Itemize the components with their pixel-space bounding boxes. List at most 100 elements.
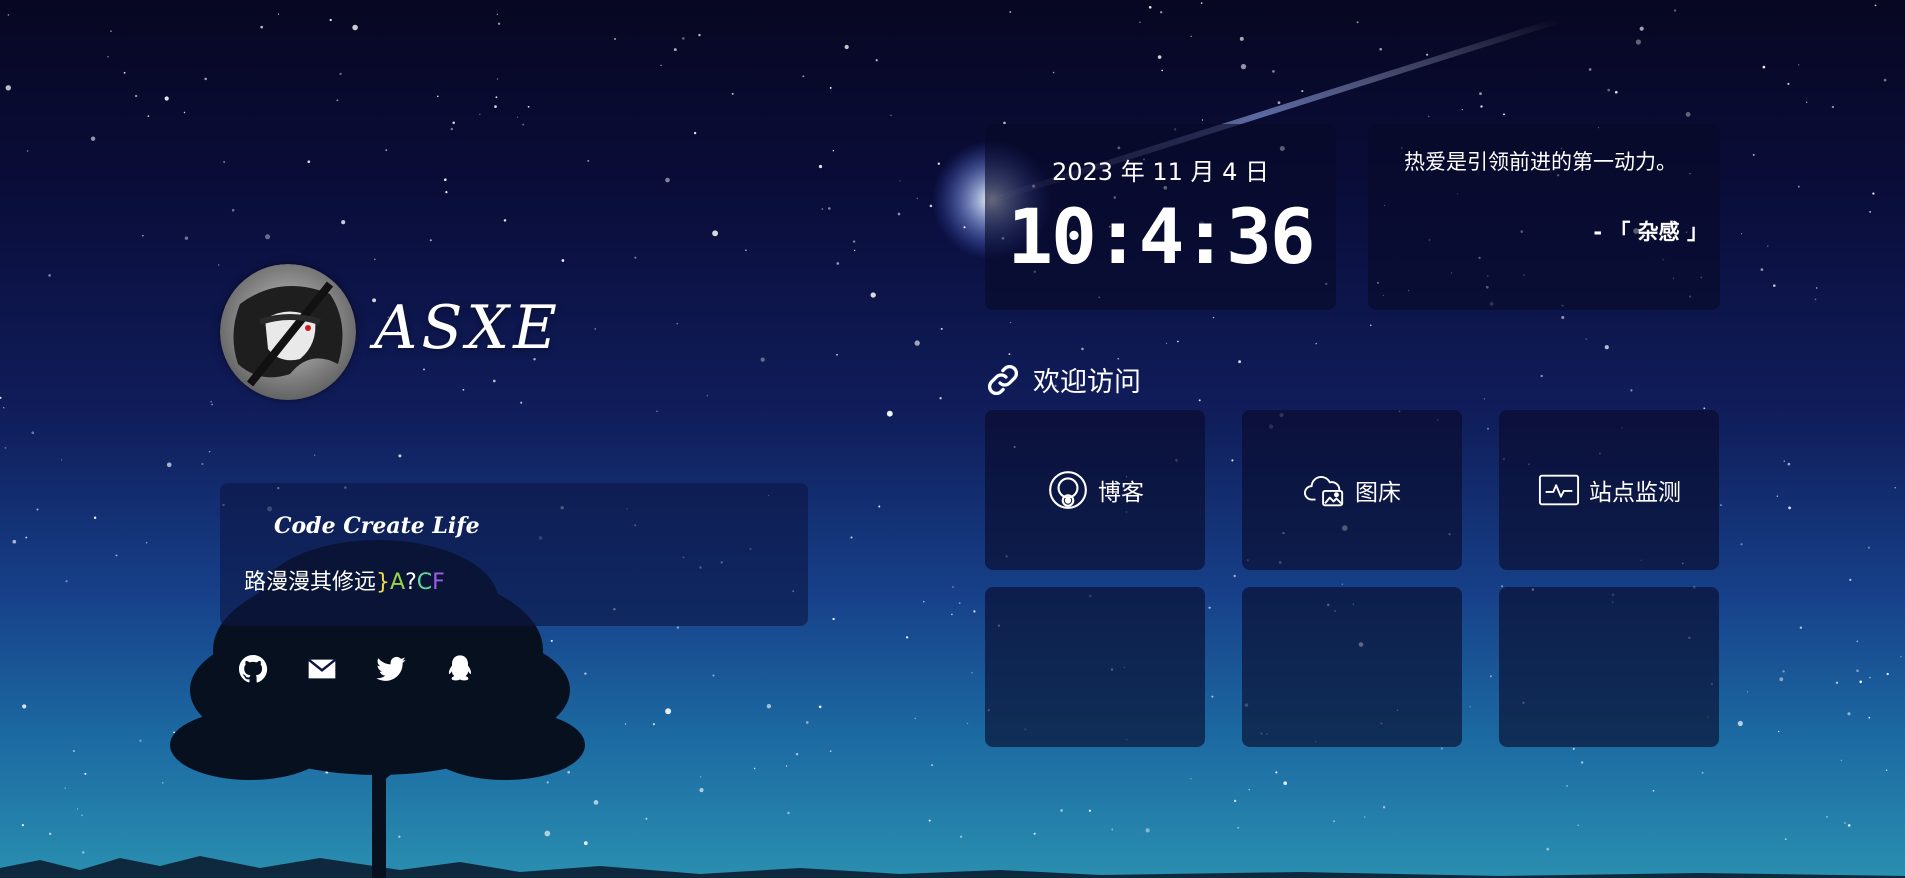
motto-line: 路漫漫其修远}A?CF [244,564,445,596]
star [436,95,439,98]
star [462,388,465,391]
star [1341,583,1344,585]
star [1752,153,1755,156]
star [1847,712,1851,716]
star [1778,730,1780,733]
star [445,191,448,194]
star [1849,578,1852,582]
star [1776,495,1778,497]
star [852,240,856,243]
star [1762,65,1766,69]
link-site-monitor[interactable]: 站点监测 [1499,410,1719,570]
link-image-host[interactable]: 图床 [1242,410,1462,570]
star [821,208,824,210]
star [496,13,498,16]
star [81,851,85,854]
star [795,752,799,756]
star [1779,677,1784,682]
star [5,85,11,91]
qq-link[interactable] [443,652,477,686]
star [1200,2,1203,4]
star [1483,398,1485,400]
twitter-link[interactable] [374,652,408,686]
star [1440,747,1443,750]
star [1009,11,1012,13]
star [1160,11,1163,14]
star [1238,360,1241,364]
avatar [220,264,356,400]
star [940,327,943,330]
star [522,123,525,126]
star [951,613,953,616]
star [1469,706,1471,708]
link-blog[interactable]: 博客 [985,410,1205,570]
star [1427,115,1430,118]
quote-card: 热爱是引领前进的第一动力。 - 「 杂感 」 [1368,124,1720,310]
star [90,136,96,141]
star [277,13,280,15]
star [495,96,498,99]
star [1787,82,1790,86]
star [1760,268,1764,271]
star [145,541,148,544]
star [952,586,954,588]
star [1737,720,1743,727]
star [818,705,822,709]
star [712,674,715,677]
blog-icon [1046,468,1090,512]
star [1208,606,1211,609]
link-site-monitor-label: 站点监测 [1589,480,1681,506]
links-heading-label: 欢迎访问 [1033,367,1141,398]
star [60,459,63,461]
quote-source: - 「 杂感 」 [1593,220,1708,244]
star [84,772,87,775]
link-card-empty [985,587,1205,747]
motto-glitch-char: C [416,570,433,595]
social-links [236,652,477,686]
star [1652,790,1655,792]
star [958,602,961,604]
star [928,819,931,822]
star [1211,695,1214,698]
star [1787,462,1791,466]
star [1703,407,1706,410]
star [832,617,835,621]
star [1883,78,1887,82]
star [26,150,29,152]
star [624,723,627,725]
star [1139,21,1141,24]
star [1886,672,1889,676]
motto-glitch-char: } [376,570,391,595]
star [1740,543,1743,546]
star [1486,427,1490,430]
star [886,410,893,417]
star [65,580,68,583]
star [853,249,856,252]
star [527,105,530,108]
github-link[interactable] [236,652,270,686]
star [693,131,697,135]
star [916,197,918,200]
star [1503,113,1505,116]
star [1008,353,1011,356]
star [1869,676,1871,679]
star [1540,374,1543,378]
star [959,835,963,838]
star [1614,90,1618,94]
star [1844,822,1846,824]
star [1009,321,1012,324]
star [1333,820,1335,823]
star [760,357,765,362]
star [546,781,549,784]
star [1580,761,1584,764]
star [1856,640,1859,643]
email-link[interactable] [305,652,339,686]
star [1797,64,1800,66]
star [923,600,925,603]
star [423,368,425,371]
star [836,353,838,356]
star [634,256,637,259]
star [336,99,339,102]
star [48,274,51,277]
star [496,78,499,80]
